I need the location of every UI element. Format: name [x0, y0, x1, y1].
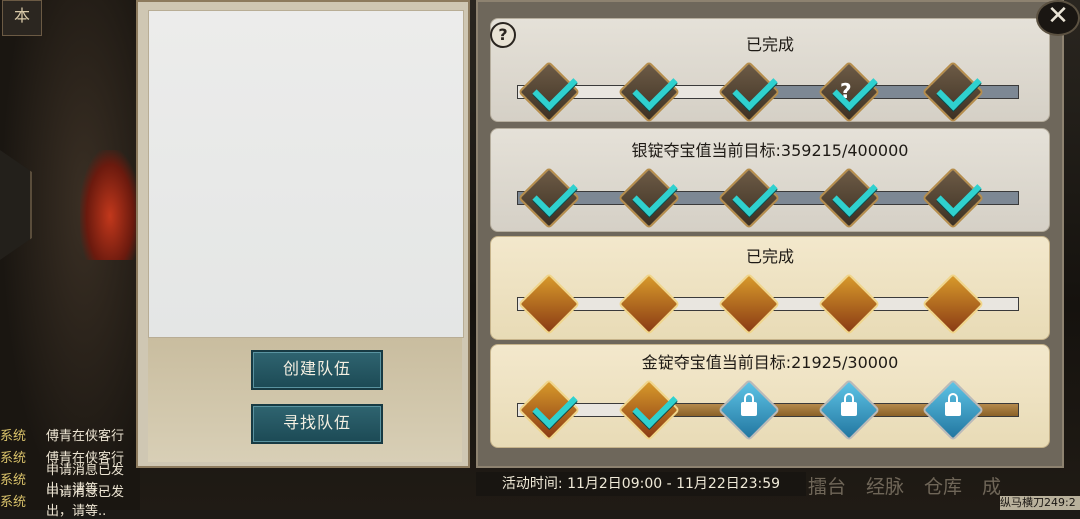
locked-reward-slot[interactable] [921, 378, 985, 442]
reward-slot[interactable] [517, 60, 581, 124]
reward-slot[interactable] [617, 60, 681, 124]
reward-slot[interactable] [517, 166, 581, 230]
chat-tag: 系统 [0, 450, 27, 466]
gold-chest-icon [617, 272, 681, 336]
top-left-tab[interactable]: 本 [2, 0, 42, 36]
close-icon[interactable]: ✕ [1036, 0, 1080, 36]
activity-time: 活动时间: 11月2日09:00 - 11月22日23:59 [476, 472, 806, 496]
nav-item-storage[interactable]: 仓库 [924, 472, 962, 502]
reward-slot[interactable] [921, 272, 985, 336]
bottom-nav: 擂台 经脉 仓库 成 [808, 472, 1001, 502]
reward-slot[interactable]: ? [817, 60, 881, 124]
lock-icon [945, 393, 961, 416]
reward-slot[interactable] [717, 166, 781, 230]
locked-reward-slot[interactable] [717, 378, 781, 442]
chat-text: 申请消息已发出，请等.. [46, 485, 125, 519]
reward-slot[interactable] [921, 166, 985, 230]
gold-chest-icon [817, 272, 881, 336]
help-icon[interactable]: ? [490, 22, 516, 48]
chat-text: 傅青在侠客行 [46, 428, 125, 444]
reward-slot[interactable] [517, 378, 581, 442]
row-title: 银锭夺宝值当前目标:359215/400000 [631, 141, 909, 160]
chat-line: 系统 申请消息已发出，请等.. [0, 485, 140, 519]
reward-slot[interactable] [517, 272, 581, 336]
team-panel: 创建队伍 寻找队伍 [136, 0, 470, 468]
gold-chest-icon [921, 272, 985, 336]
team-actions: 创建队伍 寻找队伍 [148, 338, 462, 462]
row-title: 已完成 [745, 247, 794, 266]
row-title: 已完成 [745, 35, 794, 54]
nav-item-more[interactable]: 成 [982, 472, 1001, 502]
treasure-panel: 已完成 ? 银锭夺宝值当前目标:359215/400000 已完成 金锭夺宝值当… [476, 0, 1064, 468]
reward-slot[interactable] [717, 272, 781, 336]
lock-icon [841, 393, 857, 416]
reward-row: 金锭夺宝值当前目标:21925/30000 [490, 344, 1050, 448]
reward-row: 银锭夺宝值当前目标:359215/400000 [490, 128, 1050, 232]
reward-slot[interactable] [817, 272, 881, 336]
gold-chest-icon [717, 272, 781, 336]
reward-slot[interactable] [617, 272, 681, 336]
row-title: 金锭夺宝值当前目标:21925/30000 [641, 353, 899, 372]
chat-line: 系统 傅青在侠客行 [0, 423, 140, 445]
reward-row: 已完成 [490, 236, 1050, 340]
reward-slot[interactable] [817, 166, 881, 230]
gold-chest-icon [517, 272, 581, 336]
player-coordinate: 纵马横刀249:2 [1000, 496, 1080, 510]
chat-tag: 系统 [0, 494, 27, 510]
lock-icon [741, 393, 757, 416]
chat-log: 系统 傅青在侠客行 系统 傅青在侠客行 系统 申请消息已发出，请等.. 系统 申… [0, 423, 140, 519]
locked-reward-slot[interactable] [817, 378, 881, 442]
reward-row: 已完成 ? [490, 18, 1050, 124]
find-team-button[interactable]: 寻找队伍 [251, 404, 383, 444]
reward-slot[interactable] [617, 378, 681, 442]
create-team-button[interactable]: 创建队伍 [251, 350, 383, 390]
character-sprite [80, 150, 140, 260]
reward-slot[interactable] [921, 60, 985, 124]
chat-tag: 系统 [0, 472, 27, 488]
nav-item-meridian[interactable]: 经脉 [866, 472, 904, 502]
reward-slot[interactable] [617, 166, 681, 230]
team-list[interactable] [148, 10, 464, 338]
nav-item-arena[interactable]: 擂台 [808, 472, 846, 502]
reward-slot[interactable] [717, 60, 781, 124]
chat-tag: 系统 [0, 428, 27, 444]
